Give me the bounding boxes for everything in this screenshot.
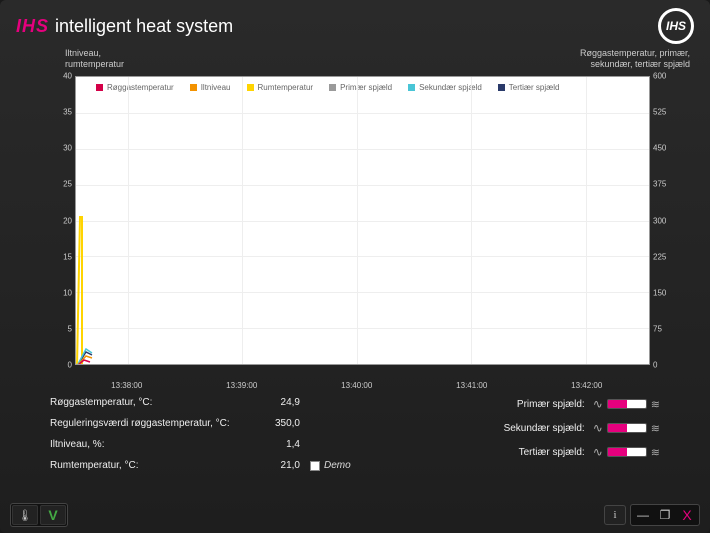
tick: 450 (653, 144, 666, 153)
chart-area: Iltniveau, rumtemperatur Røggastemperatu… (20, 48, 690, 383)
tick: 0 (68, 361, 72, 370)
chart-plot[interactable]: Røggastemperatur Iltniveau Rumtemperatur… (75, 76, 650, 365)
minimize-icon: — (637, 508, 649, 522)
footer-right-buttons: i — ❐ X (604, 504, 700, 526)
secondary-damper-slider[interactable]: ∿ ≋ (593, 421, 660, 435)
reg-label: Reguleringsværdi røggastemperatur, °C: (50, 418, 250, 429)
reading-row: Rumtemperatur, °C: 21,0 Demo (50, 460, 351, 471)
prim-label: Primær spjæld: (517, 399, 585, 410)
tick: 35 (63, 108, 72, 117)
damper-row: Sekundær spjæld: ∿ ≋ (504, 421, 660, 435)
maximize-button[interactable]: ❐ (654, 506, 676, 524)
rum-value: 21,0 (250, 460, 300, 471)
tick: 13:42:00 (571, 381, 602, 390)
reg-value: 350,0 (250, 418, 300, 429)
damper-row: Tertiær spjæld: ∿ ≋ (504, 445, 660, 459)
close-button[interactable]: X (676, 506, 698, 524)
confirm-button[interactable]: V (40, 505, 66, 525)
waves-icon: ≋ (651, 398, 660, 411)
ter-label: Tertiær spjæld: (519, 447, 585, 458)
tick: 75 (653, 324, 662, 333)
ilt-label: Iltniveau, %: (50, 439, 250, 450)
sek-label: Sekundær spjæld: (504, 423, 585, 434)
chart-lines (76, 77, 649, 364)
reading-row: Iltniveau, %: 1,4 (50, 439, 351, 450)
primary-damper-slider[interactable]: ∿ ≋ (593, 397, 660, 411)
y-left-axis-label-2: rumtemperatur (65, 59, 124, 70)
app-window: IHS intelligent heat system IHS Iltnivea… (0, 0, 710, 533)
tick: 600 (653, 72, 666, 81)
footer-left-buttons: 🌡 V (10, 503, 68, 527)
tick: 40 (63, 72, 72, 81)
info-icon: i (613, 509, 616, 521)
tick: 15 (63, 252, 72, 261)
thermometer-button[interactable]: 🌡 (12, 505, 38, 525)
tertiary-damper-slider[interactable]: ∿ ≋ (593, 445, 660, 459)
reading-row: Reguleringsværdi røggastemperatur, °C: 3… (50, 418, 351, 429)
sine-icon: ∿ (593, 445, 603, 459)
tick: 10 (63, 288, 72, 297)
waves-icon: ≋ (651, 422, 660, 435)
y-right-axis-label-1: Røggastemperatur, primær, (580, 48, 690, 59)
tick: 13:40:00 (341, 381, 372, 390)
tick: 20 (63, 216, 72, 225)
waves-icon: ≋ (651, 446, 660, 459)
brand: IHS intelligent heat system (16, 16, 233, 37)
rum-label: Rumtemperatur, °C: (50, 460, 250, 471)
readings-panel: Røggastemperatur, °C: 24,9 Reguleringsvæ… (50, 397, 660, 481)
y-right-axis-label: Røggastemperatur, primær, sekundær, tert… (580, 48, 690, 70)
slider-track (607, 423, 647, 433)
brand-short: IHS (16, 16, 49, 37)
y-left-axis-label: Iltniveau, rumtemperatur (65, 48, 124, 70)
ilt-value: 1,4 (250, 439, 300, 450)
sine-icon: ∿ (593, 421, 603, 435)
tick: 25 (63, 180, 72, 189)
slider-track (607, 447, 647, 457)
checkbox-icon (310, 461, 320, 471)
sine-icon: ∿ (593, 397, 603, 411)
logo-text: IHS (666, 19, 686, 33)
roeg-value: 24,9 (250, 397, 300, 408)
readings-left: Røggastemperatur, °C: 24,9 Reguleringsvæ… (50, 397, 351, 481)
brand-title: intelligent heat system (55, 16, 233, 37)
roeg-label: Røggastemperatur, °C: (50, 397, 250, 408)
footer: 🌡 V i — ❐ X (10, 503, 700, 527)
info-button[interactable]: i (604, 505, 626, 525)
demo-label: Demo (324, 460, 351, 471)
thermometer-icon: 🌡 (18, 509, 32, 522)
slider-track (607, 399, 647, 409)
minimize-button[interactable]: — (632, 506, 654, 524)
tick: 13:41:00 (456, 381, 487, 390)
tick: 0 (653, 361, 657, 370)
tick: 150 (653, 288, 666, 297)
y-left-axis-label-1: Iltniveau, (65, 48, 124, 59)
maximize-icon: ❐ (660, 508, 671, 522)
logo-icon: IHS (658, 8, 694, 44)
readings-right: Primær spjæld: ∿ ≋ Sekundær spjæld: ∿ ≋ … (504, 397, 660, 481)
y-right-ticks: 600 525 450 375 300 225 150 75 0 (653, 76, 675, 365)
tick: 13:38:00 (111, 381, 142, 390)
tick: 375 (653, 180, 666, 189)
tick: 30 (63, 144, 72, 153)
close-icon: X (682, 507, 691, 523)
header: IHS intelligent heat system IHS (0, 0, 710, 48)
y-right-axis-label-2: sekundær, tertiær spjæld (580, 59, 690, 70)
tick: 300 (653, 216, 666, 225)
demo-checkbox[interactable]: Demo (310, 460, 351, 471)
tick: 225 (653, 252, 666, 261)
window-controls: — ❐ X (630, 504, 700, 526)
tick: 5 (68, 324, 72, 333)
y-left-ticks: 40 35 30 25 20 15 10 5 0 (50, 76, 72, 365)
damper-row: Primær spjæld: ∿ ≋ (504, 397, 660, 411)
tick: 13:39:00 (226, 381, 257, 390)
reading-row: Røggastemperatur, °C: 24,9 (50, 397, 351, 408)
tick: 525 (653, 108, 666, 117)
check-icon: V (48, 507, 57, 523)
